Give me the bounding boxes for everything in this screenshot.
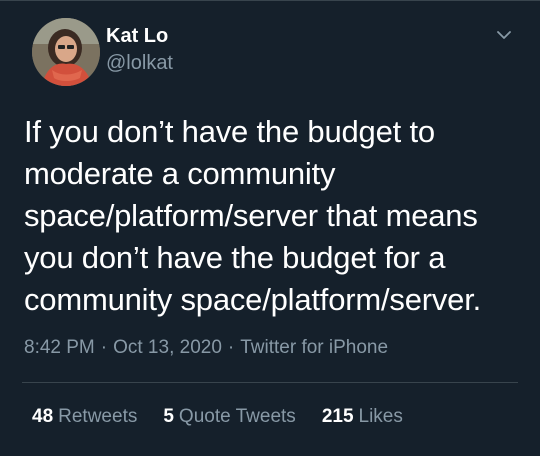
tweet-stats: 48 Retweets 5 Quote Tweets 215 Likes (32, 404, 403, 430)
meta-separator: · (227, 337, 235, 358)
likes-label: Likes (358, 406, 403, 427)
divider (22, 382, 518, 383)
meta-separator: · (100, 337, 108, 358)
tweet-timestamp[interactable]: 8:42 PM · Oct 13, 2020 (24, 337, 222, 358)
avatar-image (32, 18, 100, 86)
retweets-stat[interactable]: 48 Retweets (32, 404, 137, 430)
quote-tweets-stat[interactable]: 5 Quote Tweets (163, 404, 295, 430)
quote-tweets-label: Quote Tweets (178, 406, 296, 427)
likes-stat[interactable]: 215 Likes (322, 404, 403, 430)
tweet-header: Kat Lo @lolkat (22, 15, 518, 87)
quote-tweets-count: 5 (163, 406, 174, 427)
tweet-meta: 8:42 PM · Oct 13, 2020 · Twitter for iPhone (24, 335, 388, 361)
likes-count: 215 (321, 406, 354, 427)
tweet-date: Oct 13, 2020 (113, 337, 222, 358)
tweet-card: Kat Lo @lolkat If you don’t have the bud… (0, 0, 540, 456)
author-display-name[interactable]: Kat Lo (106, 24, 173, 48)
chevron-down-icon[interactable] (494, 25, 514, 45)
tweet-text: If you don’t have the budget to moderate… (24, 114, 482, 317)
tweet-time: 8:42 PM (24, 337, 95, 358)
author-names: Kat Lo @lolkat (106, 24, 173, 76)
avatar[interactable] (32, 18, 100, 86)
tweet-source[interactable]: Twitter for iPhone (240, 337, 388, 358)
retweets-label: Retweets (58, 406, 138, 427)
author-handle[interactable]: @lolkat (106, 50, 173, 76)
retweets-count: 48 (32, 406, 54, 427)
